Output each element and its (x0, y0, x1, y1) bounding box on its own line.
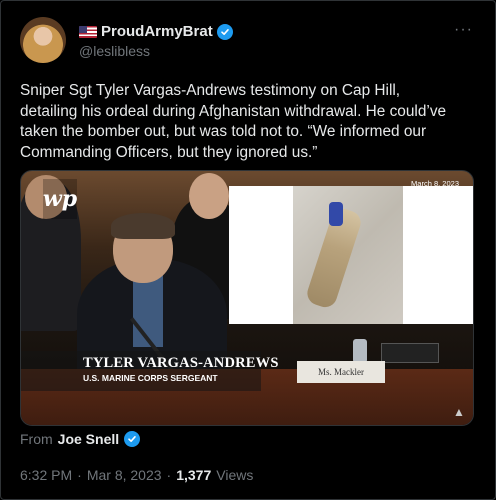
us-flag-icon (79, 25, 97, 38)
tweet-meta: 6:32 PM · Mar 8, 2023 · 1,377 Views (20, 467, 253, 483)
lower-third-name: TYLER VARGAS-ANDREWS (83, 355, 279, 371)
lower-third-title: U.S. MARINE CORPS SERGEANT (83, 373, 218, 383)
date-stamp: March 8, 2023 (411, 179, 459, 188)
tweet-card: ProudArmyBrat @leslibless ··· Sniper Sgt… (0, 0, 496, 500)
verified-badge-icon (124, 431, 141, 447)
author-name-row[interactable]: ProudArmyBrat (79, 23, 233, 40)
meta-separator: · (166, 467, 172, 483)
source-name-link[interactable]: Joe Snell (58, 431, 119, 447)
verified-badge-icon (216, 23, 233, 40)
author-handle[interactable]: @leslibless (79, 43, 150, 59)
tweet-video[interactable]: wp March 8, 2023 TYLER VARGAS-ANDREWS U.… (20, 170, 474, 426)
video-source-row: From Joe Snell (20, 431, 141, 447)
water-bottle (353, 339, 367, 363)
soldier-gear (329, 202, 343, 226)
washington-post-logo: wp (43, 179, 77, 219)
from-label: From (20, 431, 53, 447)
views-count: 1,377 (176, 467, 212, 483)
author-display-name[interactable]: ProudArmyBrat (101, 23, 213, 40)
more-options-icon[interactable]: ··· (454, 21, 473, 39)
tweet-date-link[interactable]: Mar 8, 2023 (87, 467, 162, 483)
speaker-hair (111, 213, 175, 239)
avatar[interactable] (20, 17, 66, 63)
tweet-text: Sniper Sgt Tyler Vargas-Andrews testimon… (20, 82, 447, 161)
desk-monitor (381, 343, 439, 363)
tweet-time-link[interactable]: 6:32 PM (20, 467, 72, 483)
background-person-head (189, 173, 229, 219)
video-settings-icon[interactable]: ▲ (453, 405, 467, 419)
inset-image (229, 186, 473, 324)
views-label: Views (216, 467, 254, 483)
meta-separator: · (77, 467, 82, 483)
nameplate: Ms. Mackler (297, 361, 385, 383)
